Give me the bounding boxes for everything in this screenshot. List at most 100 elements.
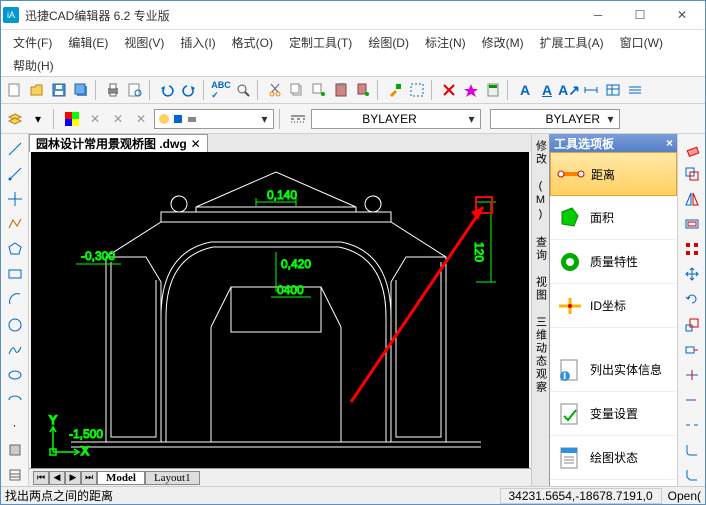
na3-icon[interactable]: ✕: [131, 109, 151, 129]
trim-icon[interactable]: [681, 364, 703, 385]
vtab-view[interactable]: 视图: [533, 276, 549, 302]
stretch-icon[interactable]: [681, 339, 703, 360]
palette-title[interactable]: 工具选项板×: [550, 134, 677, 152]
palette-item-id[interactable]: ID坐标: [550, 284, 677, 328]
layer-combo[interactable]: ▾: [154, 109, 274, 129]
linetype-icon[interactable]: [288, 109, 308, 129]
color-icon[interactable]: [62, 109, 82, 129]
menu-draw[interactable]: 绘图(D): [364, 32, 413, 53]
selectall-icon[interactable]: [407, 80, 427, 100]
mlstyle-icon[interactable]: [625, 80, 645, 100]
lineweight-combo[interactable]: BYLAYER▾: [490, 109, 620, 129]
close-tab-icon[interactable]: ✕: [191, 137, 201, 151]
maximize-button[interactable]: ☐: [619, 1, 661, 29]
menu-ext[interactable]: 扩展工具(A): [536, 32, 608, 53]
palette-close-icon[interactable]: ×: [666, 136, 673, 150]
menu-format[interactable]: 格式(O): [228, 32, 277, 53]
save-icon[interactable]: [49, 80, 69, 100]
menu-help[interactable]: 帮助(H): [9, 55, 58, 76]
text-a3-icon[interactable]: A↗: [559, 80, 579, 100]
extend-icon[interactable]: [681, 389, 703, 410]
rotate-icon[interactable]: [681, 289, 703, 310]
close-button[interactable]: ✕: [661, 1, 703, 29]
copy-icon[interactable]: [287, 80, 307, 100]
calc-icon[interactable]: [483, 80, 503, 100]
mirror-icon[interactable]: [681, 188, 703, 209]
linetype-combo[interactable]: BYLAYER▾: [311, 109, 481, 129]
paste-icon[interactable]: [331, 80, 351, 100]
spell-icon[interactable]: ABC✓: [211, 80, 231, 100]
menu-modify[interactable]: 修改(M): [478, 32, 528, 53]
ellipsearc-icon[interactable]: [4, 389, 26, 410]
menu-view[interactable]: 视图(V): [120, 32, 168, 53]
minimize-button[interactable]: ─: [577, 1, 619, 29]
active-document-tab[interactable]: 园林设计常用景观桥图 .dwg✕: [29, 134, 208, 152]
find-icon[interactable]: [233, 80, 253, 100]
vtab-3dorbit[interactable]: 三维动态观察: [533, 316, 549, 394]
ray-icon[interactable]: [4, 163, 26, 184]
palette-item-distance[interactable]: 距离: [550, 152, 677, 196]
undo-icon[interactable]: [157, 80, 177, 100]
first-layout-icon[interactable]: ⏮: [33, 471, 49, 485]
drawing-canvas[interactable]: 0,140 -0,300 0,420 0400 -1,500 120 Y X: [31, 152, 529, 468]
layer-dd-icon[interactable]: ▾: [28, 109, 48, 129]
xline-icon[interactable]: [4, 188, 26, 209]
palette-item-list[interactable]: i 列出实体信息: [550, 348, 677, 392]
last-layout-icon[interactable]: ⏭: [81, 471, 97, 485]
spline-icon[interactable]: [4, 339, 26, 360]
chamfer-icon[interactable]: [681, 465, 703, 486]
model-tab[interactable]: Model: [97, 471, 145, 485]
new-icon[interactable]: [5, 80, 25, 100]
rect-icon[interactable]: [4, 264, 26, 285]
circle-icon[interactable]: [4, 314, 26, 335]
tablestyle-icon[interactable]: [603, 80, 623, 100]
pline-icon[interactable]: [4, 213, 26, 234]
prev-layout-icon[interactable]: ◀: [49, 471, 65, 485]
erase-icon[interactable]: [681, 138, 703, 159]
delete-icon[interactable]: [439, 80, 459, 100]
layer-icon[interactable]: [5, 109, 25, 129]
array-icon[interactable]: [681, 239, 703, 260]
cut-icon[interactable]: [265, 80, 285, 100]
point-icon[interactable]: ·: [4, 415, 26, 436]
vtab-modify[interactable]: 修改 (M): [533, 140, 549, 222]
menu-tools[interactable]: 定制工具(T): [285, 32, 356, 53]
menu-window[interactable]: 窗口(W): [616, 32, 667, 53]
move-icon[interactable]: [681, 264, 703, 285]
dimstyle-icon[interactable]: [581, 80, 601, 100]
text-a-icon[interactable]: A: [515, 80, 535, 100]
menu-file[interactable]: 文件(F): [9, 32, 56, 53]
na1-icon[interactable]: ✕: [85, 109, 105, 129]
palette-item-setvar[interactable]: 变量设置: [550, 392, 677, 436]
line-icon[interactable]: [4, 138, 26, 159]
pasteref-icon[interactable]: [353, 80, 373, 100]
hatch-icon[interactable]: [4, 465, 26, 486]
polygon-icon[interactable]: [4, 239, 26, 260]
vtab-inquiry[interactable]: 查询: [533, 236, 549, 262]
text-a2-icon[interactable]: A: [537, 80, 557, 100]
copyref-icon[interactable]: [309, 80, 329, 100]
break-icon[interactable]: [681, 415, 703, 436]
menu-dim[interactable]: 标注(N): [421, 32, 470, 53]
next-layout-icon[interactable]: ▶: [65, 471, 81, 485]
print-icon[interactable]: [103, 80, 123, 100]
redo-icon[interactable]: [179, 80, 199, 100]
arc-icon[interactable]: [4, 289, 26, 310]
ellipse-icon[interactable]: [4, 364, 26, 385]
block-icon[interactable]: [4, 440, 26, 461]
menu-edit[interactable]: 编辑(E): [64, 32, 112, 53]
matchprop-icon[interactable]: [385, 80, 405, 100]
menu-insert[interactable]: 插入(I): [176, 32, 219, 53]
fillet-icon[interactable]: [681, 440, 703, 461]
scale-icon[interactable]: [681, 314, 703, 335]
palette-item-massprop[interactable]: 质量特性: [550, 240, 677, 284]
palette-item-status[interactable]: 绘图状态: [550, 436, 677, 480]
layout1-tab[interactable]: Layout1: [145, 471, 200, 485]
open-icon[interactable]: [27, 80, 47, 100]
na2-icon[interactable]: ✕: [108, 109, 128, 129]
star-icon[interactable]: [461, 80, 481, 100]
palette-item-area[interactable]: 面积: [550, 196, 677, 240]
printpreview-icon[interactable]: [125, 80, 145, 100]
offset-icon[interactable]: [681, 213, 703, 234]
saveall-icon[interactable]: [71, 80, 91, 100]
